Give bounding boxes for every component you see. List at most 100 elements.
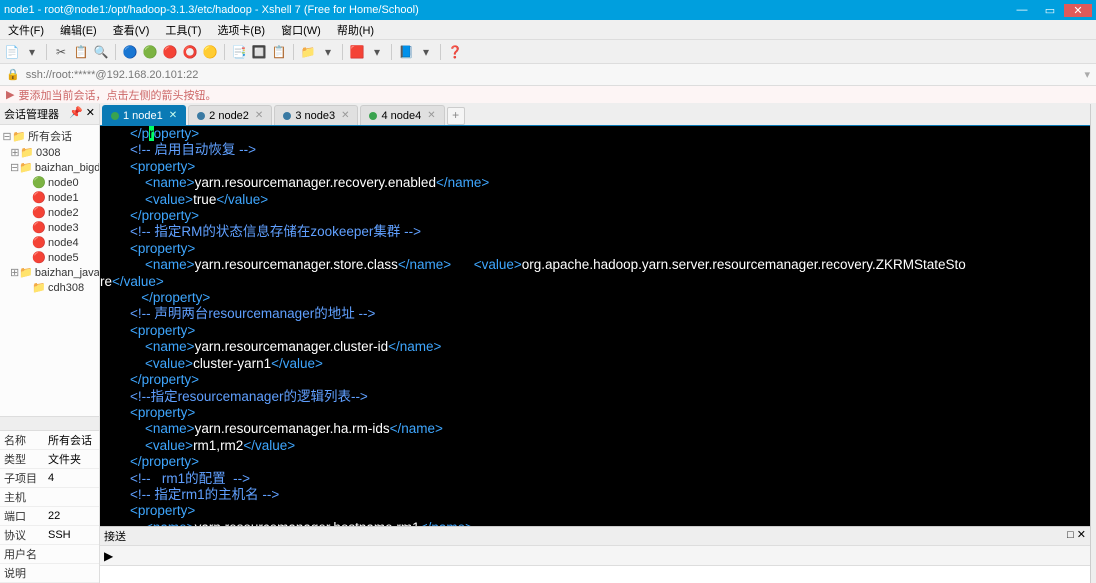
panel-pin-icon[interactable]: 📌 [69, 107, 83, 119]
minimize-button[interactable]: — [1008, 4, 1036, 16]
main-panel: 1 node1✕2 node2✕3 node3✕ 4 node4 ✕ + </prop… [100, 104, 1090, 583]
terminal-line: <property> [100, 159, 1090, 175]
toolbar-icon[interactable]: ▾ [418, 44, 434, 60]
tree-node[interactable]: 🟢node0 [0, 175, 99, 190]
property-value [44, 564, 99, 583]
tree-toggle-icon[interactable]: ⊟ [2, 130, 12, 143]
toolbar-icon[interactable]: 📋 [73, 44, 89, 60]
terminal-line: <value>rm1,rm2</value> [100, 438, 1090, 454]
tree-node[interactable]: 🔴node3 [0, 220, 99, 235]
tree-node-label: node3 [48, 222, 79, 234]
toolbar-icon[interactable]: 🔍 [93, 44, 109, 60]
toolbar-icon[interactable]: 📘 [398, 44, 414, 60]
property-value: 22 [44, 507, 99, 526]
property-value [44, 545, 99, 564]
toolbar-icon[interactable]: 🔵 [122, 44, 138, 60]
terminal-line: <name>yarn.resourcemanager.ha.rm-ids</na… [100, 421, 1090, 437]
maximize-button[interactable]: ▭ [1036, 4, 1064, 17]
property-row: 类型文件夹 [0, 450, 99, 469]
toolbar-icon[interactable]: 📁 [300, 44, 316, 60]
tree-scrollbar[interactable] [0, 416, 99, 430]
terminal-line: <property> [100, 241, 1090, 257]
terminal-line: </property> [100, 454, 1090, 470]
toolbar-icon[interactable]: 🔴 [162, 44, 178, 60]
property-row: 主机 [0, 488, 99, 507]
folder-icon: 📁 [19, 266, 33, 279]
add-tab-button[interactable]: + [447, 107, 465, 125]
property-value [44, 488, 99, 507]
toolbar-separator [391, 44, 392, 60]
menu-item[interactable]: 查看(V) [105, 22, 158, 38]
tree-toggle-icon[interactable]: ⊞ [10, 266, 19, 279]
workarea: 会话管理器 📌 ✕ ⊟📁所有会话⊞📁0308⊟📁baizhan_bigdata🟢… [0, 104, 1096, 583]
tab-close-icon[interactable]: ✕ [169, 110, 177, 121]
toolbar-separator [224, 44, 225, 60]
menu-item[interactable]: 窗口(W) [273, 22, 329, 38]
tab-close-icon[interactable]: ✕ [341, 110, 349, 121]
bd-icon-send[interactable]: ▶ [104, 549, 113, 563]
bottom-dock-toolbar: ▶ [100, 545, 1090, 565]
toolbar-icon[interactable]: 🟡 [202, 44, 218, 60]
toolbar-icon[interactable]: ❓ [447, 44, 463, 60]
terminal[interactable]: </property> <!-- 启用自动恢复 --> <property> <… [100, 126, 1090, 526]
toolbar-separator [440, 44, 441, 60]
toolbar-icon[interactable]: 📋 [271, 44, 287, 60]
terminal-line: </property> [100, 290, 1090, 306]
menu-item[interactable]: 帮助(H) [329, 22, 382, 38]
menu-item[interactable]: 选项卡(B) [209, 22, 273, 38]
folder-icon: 📁 [19, 161, 33, 174]
tab-close-icon[interactable]: ✕ [427, 110, 435, 121]
tree-node[interactable]: ⊞📁0308 [0, 145, 99, 160]
terminal-line: <!-- 指定rm1的主机名 --> [100, 487, 1090, 503]
tree-node[interactable]: 🔴node5 [0, 250, 99, 265]
tree-node[interactable]: 🔴node1 [0, 190, 99, 205]
tree-toggle-icon[interactable]: ⊟ [10, 161, 19, 174]
tab-label: 4 node4 [381, 110, 421, 122]
tree-node[interactable]: ⊟📁baizhan_bigdata [0, 160, 99, 175]
right-strip [1090, 104, 1096, 583]
toolbar-separator [46, 44, 47, 60]
address-dropdown-icon[interactable]: ▾ [1084, 68, 1090, 81]
session-tab[interactable]: 1 node1✕ [102, 105, 186, 125]
panel-close-icon[interactable]: ✕ [86, 107, 95, 119]
session-tab[interactable]: 3 node3✕ [274, 105, 358, 125]
tree-toggle-icon[interactable]: ⊞ [10, 146, 20, 159]
toolbar-icon[interactable]: 📄 [4, 44, 20, 60]
toolbar-icon[interactable]: ⭕ [182, 44, 198, 60]
toolbar-icon[interactable]: 📑 [231, 44, 247, 60]
toolbar-icon[interactable]: 🟢 [142, 44, 158, 60]
toolbar-icon[interactable]: ▾ [24, 44, 40, 60]
address-bar: 🔒 ssh://root:*****@192.168.20.101:22 ▾ [0, 64, 1096, 86]
session-tab[interactable]: 4 node4 ✕ [360, 105, 444, 125]
session-status-icon: 🟢 [32, 176, 46, 189]
menu-item[interactable]: 工具(T) [157, 22, 209, 38]
terminal-line: <!--指定resourcemanager的逻辑列表--> [100, 389, 1090, 405]
tab-close-icon[interactable]: ✕ [255, 110, 263, 121]
toolbar-icon[interactable]: 🟥 [349, 44, 365, 60]
bottom-dock: 接送 □ ✕ ▶ [100, 526, 1090, 583]
info-play-icon[interactable]: ▶ [6, 88, 14, 101]
tree-node[interactable]: 📁cdh308 [0, 280, 99, 295]
toolbar-icon[interactable]: ▾ [369, 44, 385, 60]
tree-node-label: 0308 [36, 147, 60, 159]
toolbar-icon[interactable]: ▾ [320, 44, 336, 60]
session-tab[interactable]: 2 node2✕ [188, 105, 272, 125]
tree-node[interactable]: 🔴node2 [0, 205, 99, 220]
bottom-dock-input[interactable] [100, 565, 1090, 583]
property-key: 说明 [0, 564, 44, 583]
property-key: 名称 [0, 431, 44, 450]
bottom-dock-buttons[interactable]: □ ✕ [1067, 528, 1086, 544]
terminal-line: <!-- 声明两台resourcemanager的地址 --> [100, 306, 1090, 322]
toolbar-icon[interactable]: ✂ [53, 44, 69, 60]
tree-node[interactable]: ⊞📁baizhan_java [0, 265, 99, 280]
toolbar-icon[interactable]: 🔲 [251, 44, 267, 60]
property-value: 文件夹 [44, 450, 99, 469]
address-text[interactable]: ssh://root:*****@192.168.20.101:22 [26, 69, 1079, 81]
tree-node[interactable]: ⊟📁所有会话 [0, 127, 99, 145]
terminal-line: <property> [100, 405, 1090, 421]
property-row: 端口22 [0, 507, 99, 526]
close-button[interactable]: ✕ [1064, 4, 1092, 17]
menu-item[interactable]: 文件(F) [0, 22, 52, 38]
menu-item[interactable]: 编辑(E) [52, 22, 105, 38]
tree-node[interactable]: 🔴node4 [0, 235, 99, 250]
